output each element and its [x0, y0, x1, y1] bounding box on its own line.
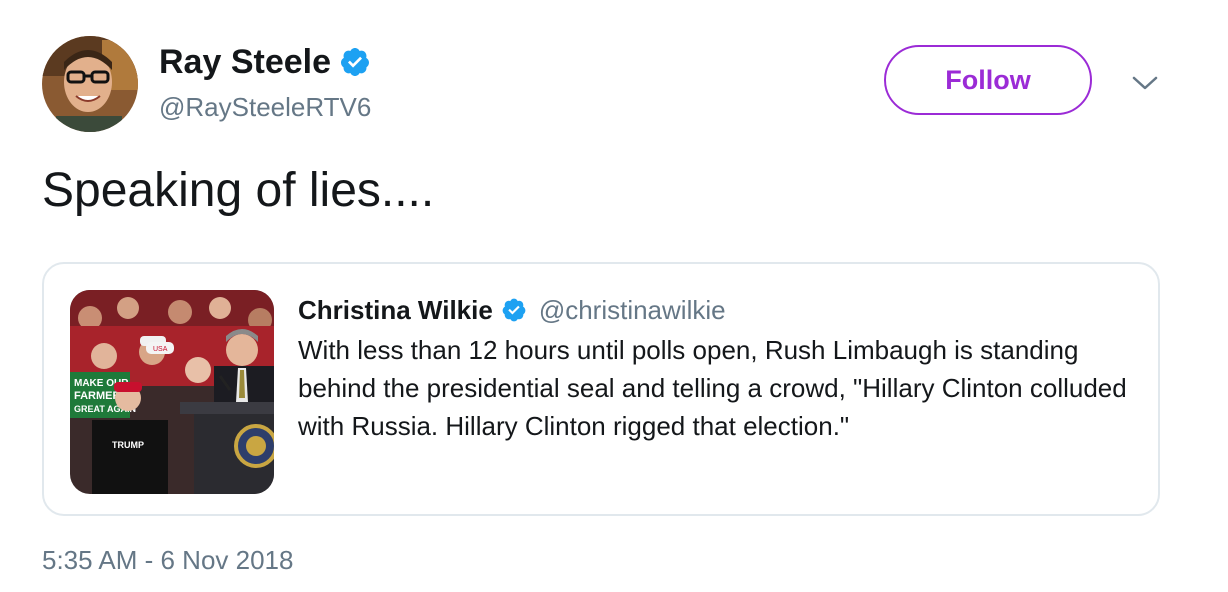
- quoted-author-name[interactable]: Christina Wilkie: [298, 292, 493, 328]
- quoted-tweet-header: Christina Wilkie @christinawilkie: [298, 292, 726, 328]
- follow-button[interactable]: Follow: [884, 45, 1092, 115]
- avatar-image: [42, 36, 138, 132]
- verified-badge-icon: [501, 297, 527, 323]
- media-hat-text: USA: [153, 346, 168, 353]
- chevron-down-icon[interactable]: [1130, 70, 1160, 96]
- verified-badge-icon: [339, 46, 371, 78]
- quoted-tweet-media[interactable]: MAKE OUR FARMERS GREAT AGAIN TRUMP USA: [70, 290, 274, 494]
- quoted-tweet-text: With less than 12 hours until polls open…: [298, 335, 1127, 441]
- quoted-author-handle[interactable]: @christinawilkie: [539, 292, 726, 328]
- tweet-text: Speaking of lies....: [42, 164, 435, 217]
- author-name-row[interactable]: Ray Steele: [159, 42, 371, 82]
- rally-photo: MAKE OUR FARMERS GREAT AGAIN TRUMP USA: [70, 290, 274, 494]
- avatar[interactable]: [42, 36, 138, 132]
- quoted-tweet-card[interactable]: MAKE OUR FARMERS GREAT AGAIN TRUMP USA C…: [42, 262, 1160, 516]
- author-handle[interactable]: @RaySteeleRTV6: [159, 91, 371, 123]
- media-shirt-text: TRUMP: [112, 440, 144, 450]
- tweet-timestamp[interactable]: 5:35 AM - 6 Nov 2018: [42, 544, 293, 576]
- author-name[interactable]: Ray Steele: [159, 42, 331, 82]
